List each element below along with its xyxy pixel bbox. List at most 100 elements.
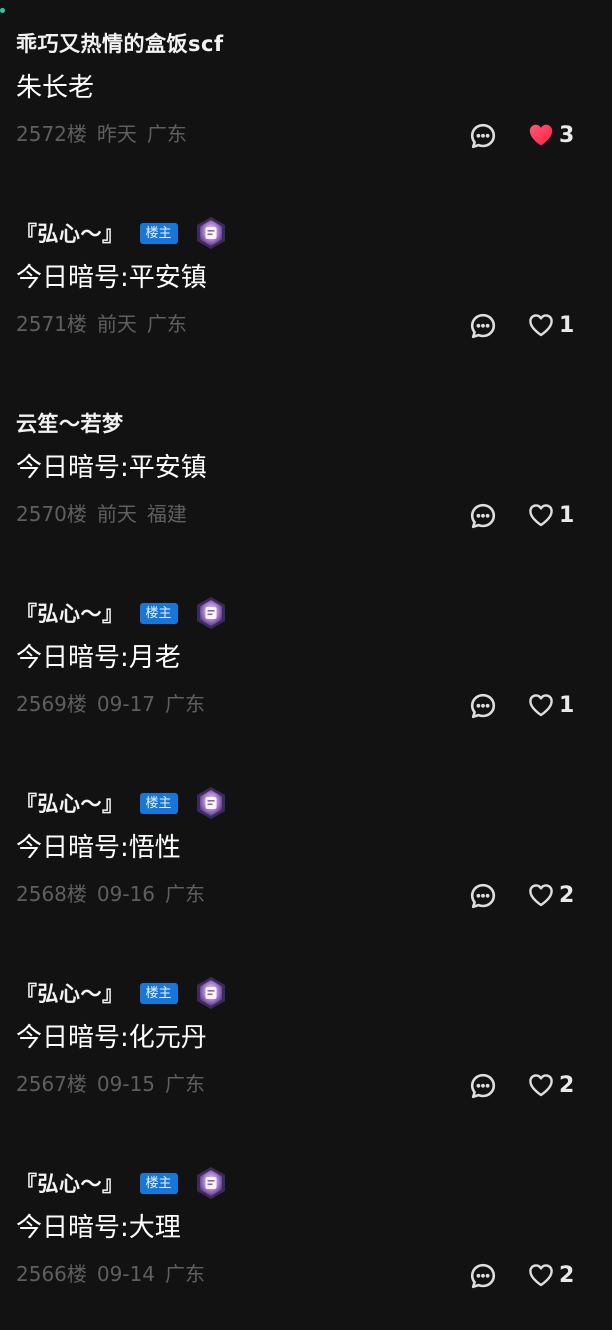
- comment-meta: 2572楼 昨天 广东: [16, 120, 187, 148]
- heart-outline-icon: [527, 311, 555, 339]
- op-badge: 楼主: [139, 982, 178, 1004]
- username[interactable]: 乖巧又热情的盒饭scf: [16, 28, 224, 58]
- comment-item: 『弘心～』 楼主: [0, 190, 612, 380]
- heart-outline-icon: [527, 691, 555, 719]
- comment-header: 『弘心～』 楼主: [16, 1166, 228, 1200]
- comment-meta: 2571楼 前天 广东: [16, 310, 187, 338]
- like-count: 3: [559, 122, 575, 148]
- comment-text: 今日暗号:平安镇: [16, 453, 207, 483]
- heart-filled-icon: [527, 121, 555, 149]
- comment-text: 今日暗号:大理: [16, 1213, 181, 1243]
- comment-bubble-icon: [470, 503, 496, 529]
- post-time: 09-16: [96, 882, 156, 906]
- like-count: 1: [559, 312, 575, 338]
- like-button[interactable]: 2: [527, 1068, 574, 1102]
- comment-item: 云笙～若梦 今日暗号:平安镇 2570楼 前天 福建 1: [0, 380, 612, 570]
- post-time: 前天: [96, 502, 137, 526]
- op-badge: 楼主: [139, 792, 178, 814]
- heart-outline-icon: [527, 881, 555, 909]
- like-button[interactable]: 2: [527, 1258, 574, 1292]
- ip-location: 广东: [146, 122, 187, 146]
- like-button[interactable]: 3: [527, 118, 574, 152]
- op-badge: 楼主: [139, 602, 178, 624]
- floor-number: 2570楼: [16, 502, 87, 526]
- floor-number: 2568楼: [16, 882, 87, 906]
- post-time: 前天: [96, 312, 137, 336]
- comment-meta: 2569楼 09-17 广东: [16, 690, 205, 718]
- floor-number: 2567楼: [16, 1072, 87, 1096]
- reply-button[interactable]: [469, 502, 497, 530]
- comment-text: 今日暗号:悟性: [16, 833, 181, 863]
- like-count: 2: [559, 882, 575, 908]
- comment-header: 云笙～若梦: [16, 406, 124, 440]
- comment-item: 『弘心～』 楼主: [0, 760, 612, 950]
- level-badge-icon: [194, 976, 228, 1010]
- ip-location: 福建: [146, 502, 187, 526]
- comment-bubble-icon: [470, 313, 496, 339]
- reply-button[interactable]: [469, 882, 497, 910]
- post-time: 09-15: [96, 1072, 156, 1096]
- like-count: 2: [559, 1072, 575, 1098]
- comment-meta: 2570楼 前天 福建: [16, 500, 187, 528]
- post-time: 昨天: [96, 122, 137, 146]
- reply-button[interactable]: [469, 122, 497, 150]
- comment-text: 今日暗号:化元丹: [16, 1023, 207, 1053]
- comment-bubble-icon: [470, 1263, 496, 1289]
- op-badge: 楼主: [139, 1172, 178, 1194]
- reply-button[interactable]: [469, 1262, 497, 1290]
- comment-header: 『弘心～』 楼主: [16, 976, 228, 1010]
- reply-button[interactable]: [469, 692, 497, 720]
- comment-bubble-icon: [470, 693, 496, 719]
- heart-outline-icon: [527, 1261, 555, 1289]
- comment-header: 乖巧又热情的盒饭scf: [16, 26, 224, 60]
- op-badge: 楼主: [139, 222, 178, 244]
- comment-text: 今日暗号:平安镇: [16, 263, 207, 293]
- comment-meta: 2566楼 09-14 广东: [16, 1260, 205, 1288]
- comment-meta: 2567楼 09-15 广东: [16, 1070, 205, 1098]
- level-badge-icon: [194, 596, 228, 630]
- username[interactable]: 『弘心～』: [16, 218, 124, 248]
- comment-bubble-icon: [470, 1073, 496, 1099]
- floor-number: 2569楼: [16, 692, 87, 716]
- like-count: 2: [559, 1262, 575, 1288]
- username[interactable]: 『弘心～』: [16, 1168, 124, 1198]
- like-button[interactable]: 2: [527, 878, 574, 912]
- username[interactable]: 『弘心～』: [16, 598, 124, 628]
- username[interactable]: 云笙～若梦: [16, 408, 124, 438]
- level-badge-icon: [194, 786, 228, 820]
- like-button[interactable]: 1: [527, 308, 574, 342]
- heart-outline-icon: [527, 501, 555, 529]
- ip-location: 广东: [165, 692, 206, 716]
- comment-header: 『弘心～』 楼主: [16, 596, 228, 630]
- reply-button[interactable]: [469, 1072, 497, 1100]
- comment-item: 乖巧又热情的盒饭scf 朱长老 2572楼 昨天 广东 3: [0, 0, 612, 190]
- post-time: 09-17: [96, 692, 156, 716]
- ip-location: 广东: [165, 1072, 206, 1096]
- comment-text: 今日暗号:月老: [16, 643, 181, 673]
- comment-item: 『弘心～』 楼主: [0, 950, 612, 1140]
- username[interactable]: 『弘心～』: [16, 788, 124, 818]
- floor-number: 2566楼: [16, 1262, 87, 1286]
- level-badge-icon: [194, 216, 228, 250]
- comment-text: 朱长老: [16, 73, 95, 103]
- comment-bubble-icon: [470, 123, 496, 149]
- reply-button[interactable]: [469, 312, 497, 340]
- comment-header: 『弘心～』 楼主: [16, 216, 228, 250]
- comment-bubble-icon: [470, 883, 496, 909]
- comment-thread: 乖巧又热情的盒饭scf 朱长老 2572楼 昨天 广东 3 『弘心～』 楼主 今…: [0, 0, 612, 1330]
- ip-location: 广东: [146, 312, 187, 336]
- username[interactable]: 『弘心～』: [16, 978, 124, 1008]
- floor-number: 2572楼: [16, 122, 87, 146]
- post-time: 09-14: [96, 1262, 156, 1286]
- comment-item: 『弘心～』 楼主: [0, 570, 612, 760]
- comment-header: 『弘心～』 楼主: [16, 786, 228, 820]
- level-badge-icon: [194, 1166, 228, 1200]
- like-button[interactable]: 1: [527, 688, 574, 722]
- like-button[interactable]: 1: [527, 498, 574, 532]
- heart-outline-icon: [527, 1071, 555, 1099]
- like-count: 1: [559, 692, 575, 718]
- floor-number: 2571楼: [16, 312, 87, 336]
- comment-item: 『弘心～』 楼主: [0, 1140, 612, 1330]
- ip-location: 广东: [165, 1262, 206, 1286]
- ip-location: 广东: [165, 882, 206, 906]
